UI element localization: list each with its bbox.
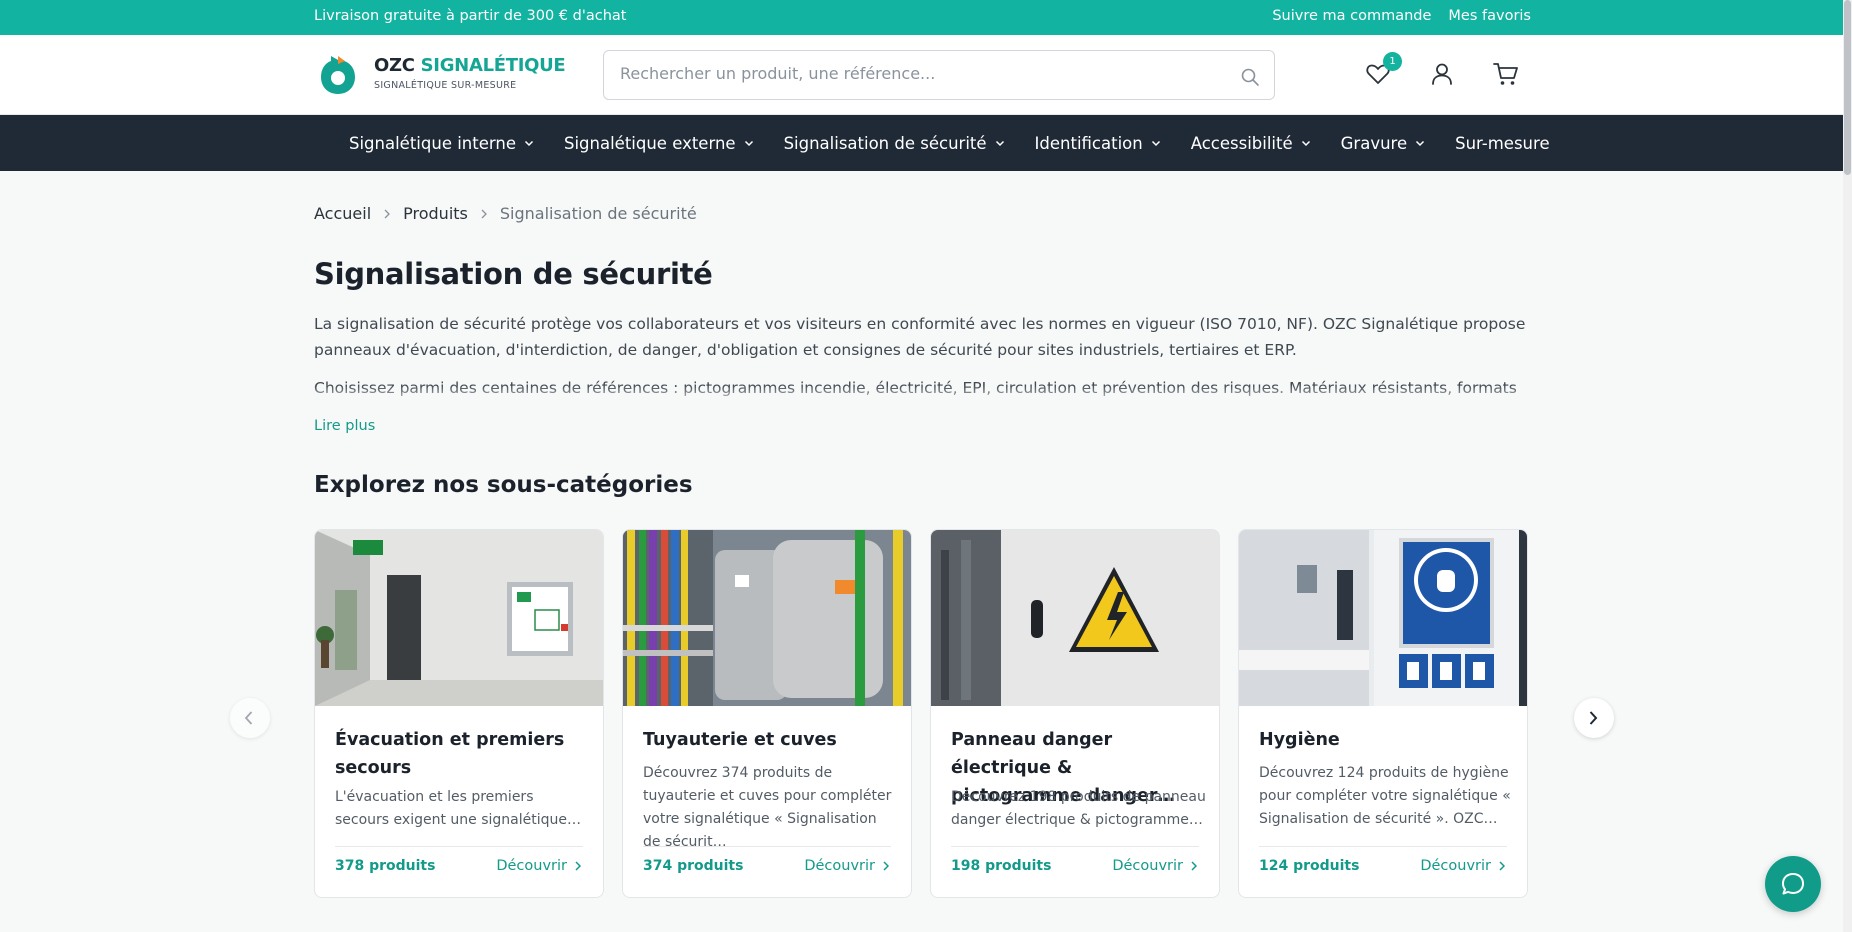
card-title: Tuyauterie et cuves [643, 730, 837, 750]
discover-label: Découvrir [804, 858, 875, 874]
discover-label: Découvrir [496, 858, 567, 874]
favorites-count-badge: 1 [1383, 52, 1402, 71]
card-description: Découvrez 374 produits de tuyauterie et … [643, 765, 892, 850]
card-divider [643, 846, 891, 847]
nav-item-label: Gravure [1340, 133, 1408, 153]
breadcrumb-products[interactable]: Produits [403, 204, 468, 223]
subcategories-heading: Explorez nos sous-catégories [314, 472, 693, 498]
card-description: Découvrez 198 produits de panneau danger… [951, 789, 1206, 828]
chevron-down-icon [1416, 140, 1425, 147]
subcategory-card-evacuation[interactable]: Évacuation et premiers secours L'évacuat… [314, 529, 604, 898]
nav-item-label: Sur-mesure [1455, 133, 1550, 153]
nav-item-signaletique-externe[interactable]: Signalétique externe [564, 134, 754, 153]
nav-item-accessibilite[interactable]: Accessibilité [1191, 134, 1311, 153]
brand[interactable]: OZC SIGNALÉTIQUE SIGNALÉTIQUE SUR-MESURE [374, 55, 566, 91]
category-description: La signalisation de sécurité protège vos… [314, 311, 1544, 407]
favorites-link[interactable]: Mes favoris [1448, 8, 1531, 24]
chevron-right-icon [575, 861, 581, 871]
discover-label: Découvrir [1420, 858, 1491, 874]
discover-link[interactable]: Découvrir [1420, 858, 1505, 874]
card-title: Évacuation et premiers secours [335, 730, 565, 778]
breadcrumb-current: Signalisation de sécurité [499, 204, 697, 223]
card-title: Hygiène [1259, 730, 1340, 750]
card-image-tuyauterie [623, 530, 911, 706]
free-shipping-promo: Livraison gratuite à partir de 300 € d'a… [314, 8, 627, 24]
discover-link[interactable]: Découvrir [804, 858, 889, 874]
nav-item-label: Accessibilité [1190, 133, 1293, 153]
card-description: Découvrez 124 produits de hygiène pour c… [1259, 765, 1511, 827]
description-fade [314, 385, 1544, 407]
discover-label: Découvrir [1112, 858, 1183, 874]
chat-button[interactable] [1765, 856, 1821, 912]
chat-bubble-icon [1782, 873, 1804, 895]
nav-item-label: Identification [1034, 133, 1143, 153]
card-product-count: 378 produits [335, 858, 436, 874]
search-box [603, 50, 1275, 100]
user-icon[interactable] [1428, 60, 1456, 88]
scrollbar-thumb[interactable] [1844, 0, 1851, 175]
logo-icon[interactable] [318, 54, 358, 96]
subcategory-card-danger-electrique[interactable]: Panneau danger électrique & pictogramme … [930, 529, 1220, 898]
nav-item-identification[interactable]: Identification [1035, 134, 1161, 153]
description-paragraph: La signalisation de sécurité protège vos… [314, 315, 1526, 359]
chevron-down-icon [1151, 140, 1160, 147]
nav-item-label: Signalétique externe [563, 133, 736, 153]
chevron-right-icon [384, 209, 391, 218]
carousel-next-button[interactable] [1574, 698, 1614, 738]
breadcrumb-home[interactable]: Accueil [314, 204, 371, 223]
subcategory-card-hygiene[interactable]: Hygiène Découvrez 124 produits de hygièn… [1238, 529, 1528, 898]
nav-item-label: Signalétique interne [349, 133, 516, 153]
subcategory-card-tuyauterie[interactable]: Tuyauterie et cuves Découvrez 374 produi… [622, 529, 912, 898]
nav-item-sur-mesure[interactable]: Sur-mesure [1455, 134, 1549, 153]
read-more-link[interactable]: Lire plus [314, 418, 375, 434]
chevron-right-icon [1499, 861, 1505, 871]
card-image-hygiene [1239, 530, 1527, 706]
top-links: Suivre ma commande Mes favoris [1272, 8, 1531, 24]
track-order-link[interactable]: Suivre ma commande [1272, 8, 1431, 24]
breadcrumb: Accueil Produits Signalisation de sécuri… [314, 204, 697, 223]
chevron-right-icon [883, 861, 889, 871]
card-image-evacuation [315, 530, 603, 706]
discover-link[interactable]: Découvrir [1112, 858, 1197, 874]
nav-item-signaletique-interne[interactable]: Signalétique interne [349, 134, 534, 153]
chevron-left-icon [244, 711, 253, 725]
chevron-down-icon [524, 140, 534, 147]
chevron-right-icon [1191, 861, 1197, 871]
brand-name: OZC SIGNALÉTIQUE [374, 55, 566, 76]
main-nav-items: Signalétique interne Signalétique extern… [349, 115, 1550, 171]
search-icon[interactable] [1240, 67, 1260, 87]
nav-item-label: Signalisation de sécurité [783, 133, 987, 153]
card-divider [1259, 846, 1507, 847]
nav-item-gravure[interactable]: Gravure [1341, 134, 1425, 153]
card-description: L'évacuation et les premiers secours exi… [335, 789, 581, 828]
brand-tagline: SIGNALÉTIQUE SUR-MESURE [374, 80, 517, 91]
page-title: Signalisation de sécurité [314, 257, 713, 291]
chevron-down-icon [995, 140, 1004, 147]
chevron-down-icon [1301, 140, 1310, 147]
card-image-danger-electrique [931, 530, 1219, 706]
card-product-count: 124 produits [1259, 858, 1360, 874]
card-divider [951, 846, 1199, 847]
top-promo-bar: Livraison gratuite à partir de 300 € d'a… [0, 0, 1843, 35]
card-product-count: 374 produits [643, 858, 744, 874]
chevron-right-icon [1589, 711, 1598, 725]
nav-item-signalisation-securite[interactable]: Signalisation de sécurité [784, 134, 1005, 153]
discover-link[interactable]: Découvrir [496, 858, 581, 874]
site-header: OZC SIGNALÉTIQUE SIGNALÉTIQUE SUR-MESURE… [0, 35, 1843, 115]
cart-icon[interactable] [1492, 60, 1520, 88]
chevron-down-icon [744, 140, 753, 147]
card-divider [335, 846, 583, 847]
chevron-right-icon [481, 209, 487, 218]
card-product-count: 198 produits [951, 858, 1052, 874]
carousel-prev-button[interactable] [230, 698, 270, 738]
search-input[interactable] [620, 64, 1200, 83]
main-nav: Signalétique interne Signalétique extern… [0, 115, 1843, 171]
page-scrollbar[interactable] [1843, 0, 1852, 932]
